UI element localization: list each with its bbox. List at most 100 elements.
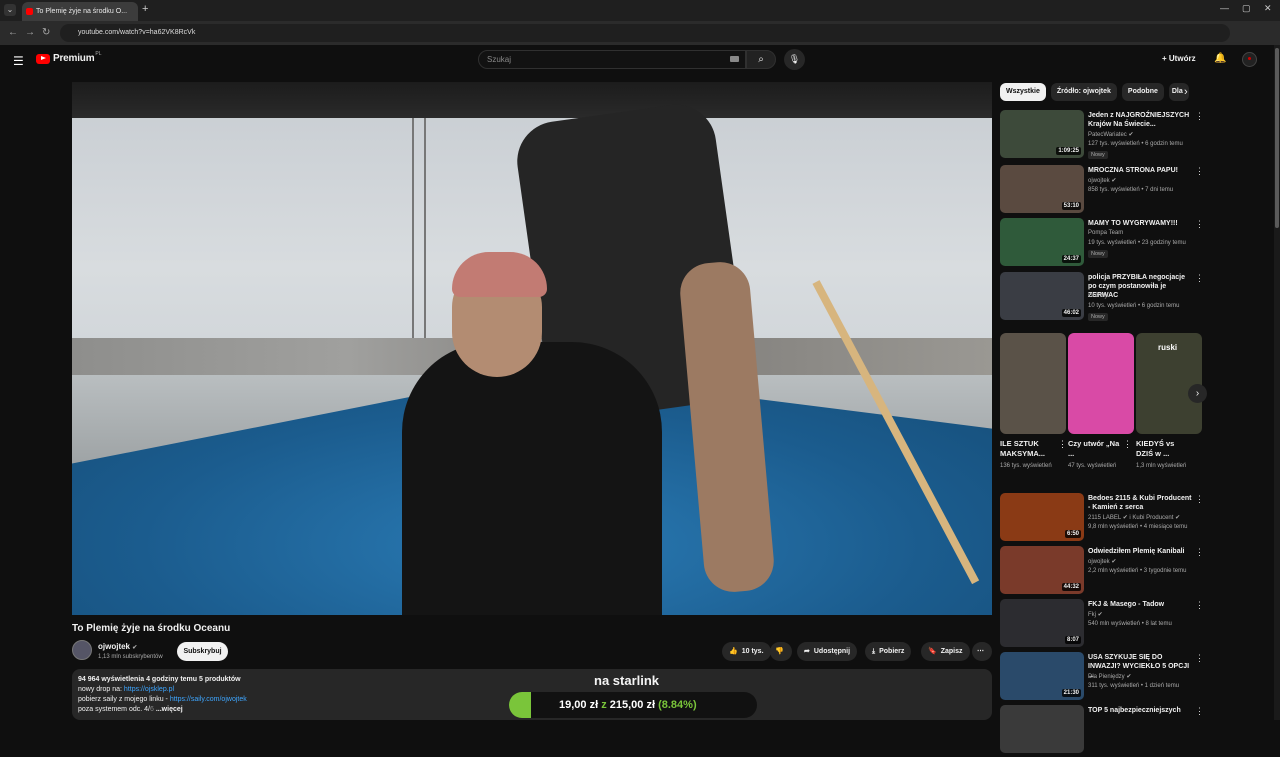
recommendation-item[interactable]: 53:10 MROCZNA STRONA PAPU! ⋮ ojwojtek ✔ 858 … (1000, 165, 1205, 217)
forward-icon[interactable]: → (25, 27, 35, 38)
recommendation-title[interactable]: FKJ & Masego - Tadow (1088, 600, 1192, 609)
search-button[interactable]: ⌕ (746, 50, 776, 69)
recommendation-channel[interactable]: 2115 LABEL ✔ i Kubi Producent ✔ (1088, 514, 1180, 521)
recommendation-title[interactable]: MROCZNA STRONA PAPU! (1088, 166, 1192, 175)
recommendation-channel[interactable]: Fkj ✔ (1088, 611, 1103, 618)
thumbs-down-icon: 👎 (775, 648, 784, 655)
browser-tab[interactable]: To Plemię żyje na środku O... (22, 2, 138, 21)
recommendation-item[interactable]: 8:07 FKJ & Masego - Tadow ⋮ Fkj ✔ 540 mln wy… (1000, 599, 1205, 651)
recommendation-title[interactable]: Bedoes 2115 & Kubi Producent - Kamień z … (1088, 494, 1192, 512)
reload-icon[interactable]: ↻ (42, 27, 50, 38)
saily-link[interactable]: https://saily.com/ojwojtek (170, 696, 247, 703)
channel-avatar[interactable] (72, 640, 92, 660)
search-input[interactable]: Szukaj (478, 50, 746, 69)
more-vert-icon[interactable]: ⋮ (1195, 166, 1204, 177)
url-text: youtube.com/watch?v=ha62VK8RcVk (78, 29, 196, 36)
short-title[interactable]: KIEDYŚ vs DZIŚ w ... (1136, 439, 1192, 459)
recommendation-channel[interactable]: ojwojtek ✔ (1088, 558, 1116, 565)
recommendation-item[interactable]: 46:02 policja PRZYBIŁA negocjacje po czym… (1000, 272, 1205, 324)
shop-link[interactable]: https://ojsklep.pl (124, 686, 174, 693)
recommendation-item[interactable]: 6:50 Bedoes 2115 & Kubi Producent - Kamie… (1000, 493, 1205, 545)
video-thumbnail[interactable]: 44:32 (1000, 546, 1084, 594)
more-vert-icon[interactable]: ⋮ (1195, 494, 1204, 505)
more-vert-icon[interactable]: ⋮ (1195, 600, 1204, 611)
show-more-link[interactable]: ...więcej (156, 706, 183, 713)
voice-search-button[interactable]: 🎙 (784, 49, 805, 70)
recommendation-item[interactable]: 44:32 Odwiedziłem Plemię Kanibali ⋮ ojwojte… (1000, 546, 1205, 598)
notifications-bell-icon[interactable]: 🔔 (1214, 53, 1226, 64)
download-button[interactable]: ⤓ Pobierz (865, 642, 912, 661)
chip-related[interactable]: Podobne (1121, 83, 1164, 101)
short-thumbnail[interactable] (1068, 333, 1134, 434)
more-vert-icon[interactable]: ⋮ (1058, 439, 1067, 450)
video-title: To Plemię żyje na środku Oceanu (72, 623, 231, 634)
recommendation-channel[interactable]: Grendy (1088, 293, 1108, 299)
chip-source[interactable]: Źródło: ojwojtek (1050, 83, 1117, 101)
short-title[interactable]: Czy utwór „Na ... (1068, 439, 1124, 459)
recommendation-item[interactable]: 21:30 USA SZYKUJE SIĘ DO INWAZJI? WYCIEKŁ… (1000, 652, 1205, 704)
more-vert-icon[interactable]: ⋮ (1195, 706, 1204, 717)
more-actions-button[interactable]: ⋯ (972, 642, 992, 661)
download-icon: ⤓ (872, 648, 876, 655)
like-button[interactable]: 👍 10 tys. (722, 642, 771, 661)
more-vert-icon[interactable]: ⋮ (1123, 439, 1132, 450)
promo-title: na starlink (594, 673, 660, 688)
more-vert-icon[interactable]: ⋮ (1195, 653, 1204, 664)
recommendation-title[interactable]: MAMY TO WYGRYWAMY!!! (1088, 219, 1192, 228)
recommendation-title[interactable]: Jeden z NAJGROŹNIEJSZYCH Krajów Na Świec… (1088, 111, 1192, 129)
page-scrollbar[interactable] (1274, 45, 1280, 720)
recommendation-channel[interactable]: PatecWariatec ✔ (1088, 131, 1134, 138)
more-vert-icon[interactable]: ⋮ (1195, 273, 1204, 284)
recommendation-title[interactable]: Odwiedziłem Plemię Kanibali (1088, 547, 1192, 556)
recommendation-item[interactable]: 24:37 MAMY TO WYGRYWAMY!!! ⋮ Pompa Team 19 t… (1000, 218, 1205, 270)
more-vert-icon[interactable]: ⋮ (1195, 219, 1204, 230)
video-thumbnail[interactable]: 21:30 (1000, 652, 1084, 700)
browser-tab-strip: ⌄ To Plemię żyje na środku O... + — ▢ ✕ (0, 0, 1280, 21)
short-thumbnail[interactable] (1000, 333, 1066, 434)
recommendation-channel[interactable]: ojwojtek ✔ (1088, 177, 1116, 184)
more-vert-icon[interactable]: ⋮ (1195, 111, 1204, 122)
video-thumbnail[interactable]: 6:50 (1000, 493, 1084, 541)
chevron-right-icon[interactable]: › (1184, 86, 1188, 98)
video-thumbnail[interactable]: 46:02 (1000, 272, 1084, 320)
youtube-premium-logo[interactable]: Premium PL (36, 51, 102, 64)
recommendation-channel[interactable]: Pompa Team (1088, 230, 1123, 236)
short-thumbnail[interactable]: ruski (1136, 333, 1202, 434)
dislike-button[interactable]: 👎 (770, 642, 792, 661)
chip-all[interactable]: Wszystkie (1000, 83, 1046, 101)
video-thumbnail[interactable] (1000, 705, 1084, 753)
save-button[interactable]: 🔖 Zapisz (921, 642, 970, 661)
video-thumbnail[interactable]: 8:07 (1000, 599, 1084, 647)
video-thumbnail[interactable]: 1:09:25 (1000, 110, 1084, 158)
account-avatar[interactable] (1242, 52, 1257, 67)
recommendation-title[interactable]: TOP 5 najbezpieczniejszych (1088, 706, 1192, 715)
menu-icon[interactable]: ☰ (13, 54, 24, 68)
channel-name[interactable]: ojwojtek ✔ (98, 642, 137, 651)
maximize-icon[interactable]: ▢ (1242, 3, 1251, 14)
scrollbar-thumb[interactable] (1275, 48, 1279, 228)
video-thumbnail[interactable]: 53:10 (1000, 165, 1084, 213)
video-player[interactable] (72, 82, 992, 615)
subscribe-button[interactable]: Subskrybuj (177, 642, 228, 661)
close-icon[interactable]: ✕ (1264, 3, 1272, 14)
short-title[interactable]: ILE SZTUK MAKSYMA... (1000, 439, 1056, 459)
create-button[interactable]: + Utwórz (1162, 54, 1196, 63)
short-views: 136 tys. wyświetleń (1000, 463, 1052, 469)
back-icon[interactable]: ← (8, 27, 18, 38)
minimize-icon[interactable]: — (1220, 3, 1229, 13)
more-vert-icon[interactable]: ⋮ (1195, 547, 1204, 558)
description-line-3: poza systemem odc. 4/6 ...więcej (78, 706, 183, 713)
share-button[interactable]: ➦ Udostępnij (797, 642, 858, 661)
search-placeholder: Szukaj (487, 55, 512, 64)
recommendation-item[interactable]: 1:09:25 Jeden z NAJGROŹNIEJSZYCH Krajów N… (1000, 110, 1205, 162)
video-frame-tower (412, 117, 426, 347)
new-tab-icon[interactable]: + (142, 3, 148, 15)
recommendation-channel[interactable]: Dla Pieniędzy ✔ (1088, 673, 1131, 680)
tab-search-button[interactable]: ⌄ (4, 4, 16, 16)
video-thumbnail[interactable]: 24:37 (1000, 218, 1084, 266)
video-duration: 24:37 (1061, 255, 1081, 263)
shorts-next-button[interactable]: › (1188, 384, 1207, 403)
recommendation-item[interactable]: TOP 5 najbezpieczniejszych ⋮ (1000, 705, 1205, 757)
address-bar[interactable]: youtube.com/watch?v=ha62VK8RcVk (60, 24, 1230, 42)
keyboard-icon[interactable] (730, 56, 739, 62)
